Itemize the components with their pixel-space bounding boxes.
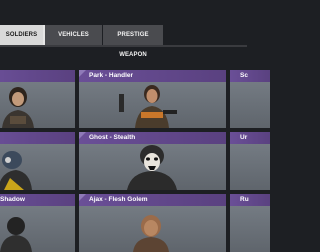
tabs-divider (0, 45, 247, 47)
tab-prestige-weapon[interactable]: PRESTIGE WEAPON (103, 25, 163, 58)
soldier-card[interactable] (0, 132, 75, 190)
soldier-name: Ur (240, 134, 248, 141)
soldier-name: Ghost - Stealth (89, 134, 136, 141)
soldier-card[interactable]: Sc (230, 70, 270, 128)
soldier-name (0, 70, 75, 82)
soldier-portrait (0, 217, 32, 252)
rarity-badge (79, 132, 86, 139)
rarity-badge (79, 70, 86, 77)
soldier-portrait (0, 151, 32, 190)
soldier-name: Sc (240, 72, 248, 79)
soldier-card[interactable]: Ru (230, 194, 270, 252)
card-art (230, 206, 270, 252)
card-art (230, 82, 270, 128)
rarity-badge (79, 194, 86, 201)
soldier-card[interactable] (0, 70, 75, 128)
soldier-name: Ru (240, 196, 249, 203)
soldier-card[interactable]: Ghost - Stealth (79, 132, 226, 190)
soldier-portrait (127, 145, 177, 190)
soldier-portrait (133, 215, 169, 252)
soldier-card[interactable]: Ur (230, 132, 270, 190)
soldier-portrait (119, 85, 177, 128)
soldier-card[interactable]: Shadow (0, 194, 75, 252)
category-tabs: SOLDIERS VEHICLES PRESTIGE WEAPON (0, 25, 247, 58)
soldier-card[interactable]: Park - Handler (79, 70, 226, 128)
card-art (230, 144, 270, 190)
tab-soldiers[interactable]: SOLDIERS (0, 25, 45, 45)
soldier-card[interactable]: Ajax - Flesh Golem (79, 194, 226, 252)
tab-vehicles[interactable]: VEHICLES (45, 25, 102, 45)
soldier-portrait (2, 87, 34, 128)
soldier-name (0, 132, 75, 144)
soldier-name: Shadow (0, 196, 25, 203)
soldier-name: Ajax - Flesh Golem (89, 196, 148, 203)
soldier-name: Park - Handler (89, 72, 134, 79)
